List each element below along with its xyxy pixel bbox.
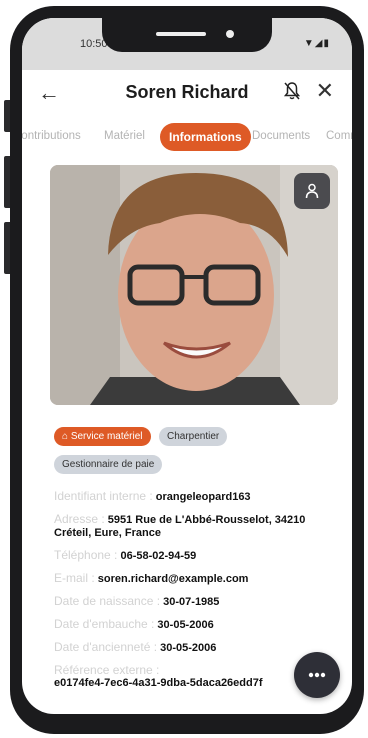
close-icon[interactable]: ✕ [316, 78, 334, 104]
info-external-ref: Référence externe : e0174fe4-7ec6-4a31-9… [54, 664, 324, 690]
chip-charpentier[interactable]: Charpentier [158, 427, 228, 446]
seniority-date-label: Date d'ancienneté : [54, 640, 158, 654]
info-birth-date: Date de naissance : 30-07-1985 [54, 595, 324, 609]
info-phone: Téléphone : 06-58-02-94-59 [54, 549, 324, 563]
address-label: Adresse : [54, 512, 105, 526]
tab-communication[interactable]: Comm [326, 130, 352, 142]
birth-date-label: Date de naissance : [54, 594, 161, 608]
info-address: Adresse : 5951 Rue de L'Abbé-Rousselot, … [54, 513, 324, 540]
more-dots-icon [308, 672, 326, 678]
chip-label: Service matériel [70, 431, 143, 442]
internal-id-label: Identifiant interne : [54, 489, 153, 503]
chip-service-materiel[interactable]: ⌂ Service matériel [54, 427, 151, 446]
role-chips: ⌂ Service matériel Charpentier Gestionna… [54, 426, 334, 482]
internal-id-value: orangeleopard163 [155, 491, 251, 503]
birth-date-value: 30-07-1985 [163, 596, 220, 608]
tab-materiel[interactable]: Matériel [104, 130, 145, 142]
info-internal-id: Identifiant interne : orangeleopard163 [54, 490, 324, 504]
seniority-date-value: 30-05-2006 [160, 642, 217, 654]
email-value[interactable]: soren.richard@example.com [98, 573, 249, 585]
info-hire-date: Date d'embauche : 30-05-2006 [54, 618, 324, 632]
info-seniority-date: Date d'ancienneté : 30-05-2006 [54, 641, 324, 655]
profile-photo [50, 165, 338, 405]
chip-gestionnaire-paie[interactable]: Gestionnaire de paie [54, 455, 163, 474]
more-actions-button[interactable] [294, 652, 340, 698]
camera-icon [226, 30, 234, 38]
hire-date-value: 30-05-2006 [157, 619, 214, 631]
phone-label: Téléphone : [54, 548, 118, 562]
tab-contributions[interactable]: Contributions [22, 130, 81, 142]
info-list: Identifiant interne : orangeleopard163 A… [54, 490, 324, 699]
screen: 10:50 ▼◢▮ ← Soren Richard ✕ Contribution… [22, 18, 352, 714]
page-title: Soren Richard [125, 82, 249, 102]
bell-off-icon[interactable] [283, 82, 301, 105]
tab-documents[interactable]: Documents [252, 130, 310, 142]
user-profile-button[interactable] [294, 173, 330, 209]
badge-icon: ⌂ [62, 431, 71, 442]
signal-battery-icon: ▼◢▮ [303, 38, 330, 49]
phone-value[interactable]: 06-58-02-94-59 [120, 550, 196, 562]
header: ← Soren Richard ✕ [22, 70, 352, 116]
user-icon [305, 183, 319, 199]
tab-informations[interactable]: Informations [160, 123, 251, 151]
info-email: E-mail : soren.richard@example.com [54, 572, 324, 586]
tab-bar: Contributions Matériel Informations Docu… [22, 123, 352, 153]
external-ref-label: Référence externe : [54, 663, 160, 677]
hire-date-label: Date d'embauche : [54, 617, 155, 631]
external-ref-value: e0174fe4-7ec6-4a31-9dba-5daca26edd7f [54, 677, 263, 689]
speaker-icon [156, 32, 206, 36]
email-label: E-mail : [54, 571, 95, 585]
camera-notch [102, 18, 272, 52]
